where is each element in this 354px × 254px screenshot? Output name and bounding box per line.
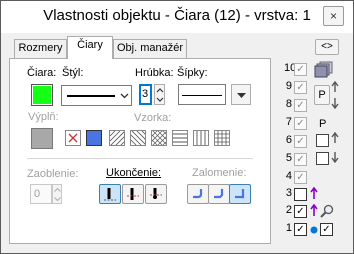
layer-visible-checkbox[interactable]: ✓: [294, 135, 307, 148]
p-label: P: [319, 118, 327, 130]
join-miter-icon: [235, 189, 245, 199]
layer-visible-checkbox[interactable]: ✓: [294, 81, 307, 94]
active-layer-arrow-icon: [310, 204, 318, 216]
pattern-grid[interactable]: [214, 130, 230, 146]
vypln-label: Výplň:: [28, 111, 59, 123]
join-bevel-button[interactable]: [208, 184, 230, 204]
join-bevel-icon: [214, 189, 224, 199]
stepper-up-icon: [54, 188, 61, 192]
arrow-up-icon[interactable]: [331, 81, 339, 93]
layer-visible-checkbox[interactable]: ✓: [294, 223, 307, 236]
layer-number: 10: [284, 62, 297, 74]
sipky-label: Šípky:: [177, 67, 208, 79]
line-style-preview: [67, 95, 115, 97]
ciara-label: Čiara:: [27, 67, 57, 79]
pattern-horizontal[interactable]: [172, 130, 188, 146]
layer-number: 1: [285, 222, 292, 234]
separator: [27, 158, 253, 159]
layer-number: 2: [285, 204, 292, 216]
cross-hatch-icon: [151, 129, 168, 147]
arrow-down-icon[interactable]: [331, 151, 339, 163]
cross-icon: [68, 133, 78, 143]
layer-number: 9: [285, 80, 292, 92]
line-end-round-icon: [150, 188, 162, 199]
layer-visible-checkbox[interactable]: ✓: [294, 153, 307, 166]
layer-number: 8: [285, 98, 292, 110]
layer-visible-checkbox[interactable]: ✓: [294, 99, 307, 112]
layer-visible-checkbox[interactable]: ✓: [294, 171, 307, 184]
stepper-down-icon: [54, 197, 61, 201]
line-style-combo[interactable]: [61, 85, 132, 106]
pattern-diagonal-back[interactable]: [130, 129, 147, 146]
vzorka-label: Vzorka:: [134, 112, 172, 124]
zalomenie-label: Zalomenie:: [192, 167, 247, 179]
stepper-down-icon: [156, 97, 164, 102]
zaoblenie-label: Zaoblenie:: [27, 168, 79, 180]
properties-dialog: Vlastnosti objektu - Čiara (12) - vrstva…: [0, 0, 354, 254]
hrubka-label: Hrúbka:: [135, 67, 174, 79]
stepper-up-icon: [156, 88, 164, 93]
magnifier-icon[interactable]: [320, 204, 334, 218]
layer-visible-checkbox[interactable]: ✓: [294, 205, 307, 218]
pattern-diagonal-forward[interactable]: [109, 130, 126, 147]
join-round-button[interactable]: [187, 184, 209, 204]
thickness-value: 3: [142, 88, 149, 100]
p-checkbox-down[interactable]: [316, 152, 329, 165]
ukoncenie-label: Ukončenie:: [106, 167, 162, 179]
layer-visible-checkbox[interactable]: ✓: [294, 117, 307, 130]
pattern-vertical[interactable]: [193, 130, 209, 146]
layer-number: 6: [285, 134, 292, 146]
line-end-flat-icon: [104, 188, 116, 201]
layer-visible-checkbox[interactable]: ✓: [294, 63, 307, 76]
line-color-fill: [33, 86, 51, 104]
layer-number: 7: [285, 116, 292, 128]
pattern-none[interactable]: [65, 130, 81, 146]
chevron-down-icon: [120, 93, 129, 99]
ending-flat-button[interactable]: [99, 184, 121, 204]
rounding-value: 0: [34, 188, 41, 200]
active-layer-dot-icon: [310, 226, 318, 234]
layer-number: 5: [285, 152, 292, 164]
join-miter-button[interactable]: [229, 184, 251, 204]
arrows-combo[interactable]: [178, 84, 226, 105]
thickness-stepper[interactable]: [154, 84, 165, 105]
diagonal-forward-icon: [109, 130, 126, 147]
active-layer-arrow-icon: [310, 187, 318, 199]
rounding-input[interactable]: 0: [30, 184, 52, 204]
fill-color-swatch[interactable]: [31, 128, 53, 149]
pattern-solid[interactable]: [86, 130, 102, 146]
layer-visible-checkbox[interactable]: [294, 188, 307, 201]
p-button[interactable]: P: [314, 85, 330, 105]
layer-number: 3: [285, 187, 292, 199]
grid-icon: [215, 131, 229, 145]
arrows-dropdown-button[interactable]: [231, 84, 251, 105]
layers-stack-icon[interactable]: [314, 61, 334, 79]
ending-square-button[interactable]: [122, 184, 144, 204]
p-checkbox-up[interactable]: [316, 134, 329, 147]
horizontal-lines-icon: [173, 133, 187, 143]
ending-round-button[interactable]: [145, 184, 167, 204]
line-color-swatch[interactable]: [31, 84, 53, 106]
rounding-stepper[interactable]: [52, 184, 62, 204]
diagonal-back-icon: [130, 129, 147, 146]
layer-number: 4: [285, 170, 292, 182]
join-round-icon: [193, 189, 203, 199]
pattern-cross-diagonal[interactable]: [151, 129, 168, 147]
layer-lock-checkbox[interactable]: ✓: [320, 223, 333, 236]
thickness-input[interactable]: 3: [139, 84, 152, 105]
arrow-up-icon[interactable]: [331, 132, 339, 144]
vertical-lines-icon: [196, 131, 206, 145]
arrow-down-icon[interactable]: [331, 97, 339, 109]
arrow-style-preview: [182, 95, 222, 96]
styl-label: Štýl:: [62, 67, 84, 79]
line-end-square-icon: [127, 188, 139, 200]
dropdown-triangle-icon: [237, 93, 246, 98]
